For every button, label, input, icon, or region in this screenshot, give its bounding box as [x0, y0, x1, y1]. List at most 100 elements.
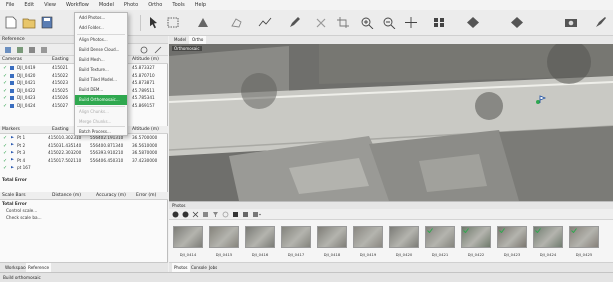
menu-item[interactable]: Batch Process... [75, 127, 127, 137]
open-folder-icon[interactable] [22, 16, 36, 29]
details-icon[interactable] [242, 211, 249, 218]
scalebars-table-header: Scale Bars Distance (m) Accuracy (m) Err… [0, 192, 168, 200]
rectangle-selection-icon[interactable] [166, 16, 180, 29]
photo-thumbnail[interactable] [569, 226, 599, 248]
col-altitude[interactable]: Altitude (m) [132, 56, 159, 64]
menu-item[interactable]: Build Texture... [75, 65, 127, 75]
photo-thumbnail[interactable] [209, 226, 239, 248]
photo-thumbnail[interactable] [461, 226, 491, 248]
menu-file[interactable]: File [6, 2, 14, 8]
disable-icon[interactable] [222, 211, 229, 218]
check-icon[interactable]: ✓ [3, 143, 8, 148]
photo-thumbnail[interactable] [173, 226, 203, 248]
brush-icon[interactable] [594, 16, 608, 29]
photo-thumbnail[interactable] [281, 226, 311, 248]
tab-model[interactable]: Model [171, 36, 189, 44]
marker-row[interactable]: ✓ Pt 2 415031.435140 556400.871340 36.561000… [0, 142, 168, 150]
reset-icon[interactable] [182, 211, 189, 218]
settings-icon[interactable] [140, 46, 148, 54]
update-icon[interactable] [40, 46, 48, 54]
marker-row[interactable]: ✓ pt 167 [0, 164, 168, 172]
filter-icon[interactable] [212, 211, 219, 218]
menu-item[interactable]: Add Photos... [75, 13, 127, 23]
photo-label: DJI_0417 [287, 252, 305, 257]
image-icon[interactable] [232, 211, 239, 218]
photo-thumbnail[interactable] [353, 226, 383, 248]
check-icon[interactable]: ✓ [3, 151, 8, 156]
camera-icon[interactable] [564, 16, 578, 29]
crop-icon[interactable] [336, 16, 350, 29]
save-icon[interactable] [40, 16, 54, 29]
col-error[interactable]: Error (m) [136, 192, 156, 200]
photo-thumbnail[interactable] [245, 226, 275, 248]
view-errors-icon[interactable] [154, 46, 162, 54]
check-icon[interactable]: ✓ [3, 136, 8, 141]
camera-altitude: 45.870710 [132, 72, 155, 78]
photo-thumbnail[interactable] [317, 226, 347, 248]
col-distance[interactable]: Distance (m) [52, 192, 81, 200]
zoom-in-icon[interactable] [360, 16, 374, 29]
menu-photo[interactable]: Photo [124, 2, 138, 8]
draw-polyline-icon[interactable] [258, 16, 272, 29]
diamond-tool-icon[interactable] [510, 16, 524, 29]
check-icon[interactable]: ✓ [3, 81, 8, 86]
photo-label: DJI_0423 [503, 252, 521, 257]
import-icon[interactable] [4, 46, 12, 54]
check-icon[interactable]: ✓ [3, 166, 8, 171]
pencil-icon[interactable] [288, 16, 302, 29]
col-scalebars[interactable]: Scale Bars [2, 192, 26, 200]
photo-thumbnail[interactable] [389, 226, 419, 248]
photo-thumbnail[interactable] [425, 226, 455, 248]
convert-icon[interactable] [28, 46, 36, 54]
menu-item[interactable]: Build Dense Cloud... [75, 45, 127, 55]
menu-model[interactable]: Model [99, 2, 114, 8]
menu-item[interactable]: Build DEM... [75, 85, 127, 95]
marker-row[interactable]: ✓ Pt 3 415022.303200 556393.910210 36.587000… [0, 149, 168, 157]
menu-item[interactable]: Add Folder... [75, 23, 127, 33]
pointer-icon[interactable] [146, 16, 160, 29]
check-icon[interactable]: ✓ [3, 73, 8, 78]
menu-item[interactable]: Build Tiled Model... [75, 75, 127, 85]
col-marker-altitude[interactable]: Altitude (m) [132, 126, 159, 134]
tab-ortho[interactable]: Ortho [189, 36, 207, 44]
col-accuracy[interactable]: Accuracy (m) [96, 192, 126, 200]
menu-tools[interactable]: Tools [172, 2, 184, 8]
menu-help[interactable]: Help [195, 2, 206, 8]
new-document-icon[interactable] [4, 16, 18, 29]
remove-photo-icon[interactable] [192, 211, 199, 218]
check-icon[interactable]: ✓ [3, 66, 8, 71]
col-marker-easting[interactable]: Easting [52, 126, 69, 134]
marker-row[interactable]: ✓ Pt 4 415017.502110 556406.450310 37.423000… [0, 157, 168, 165]
draw-polygon-icon[interactable] [230, 16, 244, 29]
col-easting[interactable]: Easting [52, 56, 69, 64]
marker-flag-icon[interactable] [535, 94, 547, 106]
photo-thumbnail[interactable] [533, 226, 563, 248]
menu-item[interactable]: Build Mesh... [75, 55, 127, 65]
shape-tool-icon[interactable] [466, 16, 480, 29]
rotate-icon[interactable] [202, 211, 209, 218]
menu-edit[interactable]: Edit [24, 2, 34, 8]
zoom-out-icon[interactable] [382, 16, 396, 29]
check-icon[interactable]: ✓ [3, 158, 8, 163]
export-icon[interactable] [16, 46, 24, 54]
scalebar-row[interactable]: Check scale ba... [0, 214, 168, 222]
navigation-icon[interactable] [196, 16, 210, 29]
menu-workflow[interactable]: Workflow [66, 2, 89, 8]
camera-name: DJI_0419 [17, 65, 36, 70]
check-icon[interactable]: ✓ [3, 103, 8, 108]
menu-view[interactable]: View [44, 2, 56, 8]
check-icon[interactable]: ✓ [3, 88, 8, 93]
move-icon[interactable] [404, 16, 418, 29]
photo-thumbnail[interactable] [497, 226, 527, 248]
menu-ortho[interactable]: Ortho [148, 2, 162, 8]
check-icon[interactable]: ✓ [3, 96, 8, 101]
menu-item[interactable]: Build Orthomosaic... [75, 95, 127, 105]
menu-item[interactable]: Align Photos... [75, 35, 127, 45]
ortho-view[interactable]: Model Ortho Orthomosaic [169, 36, 613, 201]
col-cameras[interactable]: Cameras [2, 56, 22, 64]
delete-icon[interactable] [314, 16, 328, 29]
grid-icon[interactable] [432, 16, 446, 29]
record-icon[interactable] [172, 211, 179, 218]
col-markers[interactable]: Markers [2, 126, 20, 134]
view-mode-icon[interactable] [252, 211, 261, 218]
